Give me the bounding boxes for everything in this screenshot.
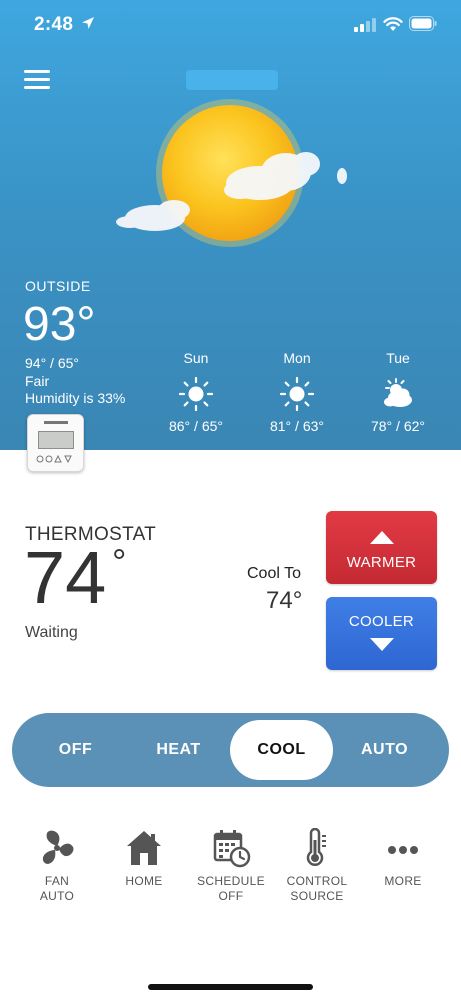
cellular-signal-icon <box>354 18 376 32</box>
outside-humidity: Humidity is 33% <box>25 390 126 406</box>
sun-icon <box>178 376 214 412</box>
status-time: 2:48 <box>34 14 74 35</box>
forecast-temps: 81° / 63° <box>269 418 324 434</box>
partly-cloudy-icon <box>384 378 412 407</box>
location-name-redacted <box>186 70 278 90</box>
home-icon <box>127 831 161 865</box>
forecast-day-name: Tue <box>386 350 410 366</box>
schedule-nav-button[interactable]: SCHEDULE OFF <box>186 828 276 904</box>
arrow-up-icon <box>369 531 394 544</box>
forecast-day: Mon 81° / 63° <box>247 350 347 434</box>
sun-icon <box>279 376 315 412</box>
system-status: Waiting <box>25 624 78 641</box>
warmer-button[interactable]: WARMER <box>326 511 437 584</box>
fan-nav-button[interactable]: FAN AUTO <box>12 828 102 904</box>
mode-heat-button[interactable]: HEAT <box>127 720 230 780</box>
indoor-temperature: 74 <box>24 536 107 619</box>
status-bar: 2:48 <box>0 0 461 48</box>
mode-off-button[interactable]: OFF <box>24 720 127 780</box>
mode-auto-button[interactable]: AUTO <box>333 720 436 780</box>
outside-label: OUTSIDE <box>25 278 91 294</box>
nav-label: CONTROL SOURCE <box>286 874 348 903</box>
forecast-day: Tue 78° / 62° <box>348 350 448 434</box>
battery-icon <box>409 16 437 31</box>
forecast-day-name: Sun <box>183 350 209 366</box>
nav-label: FAN AUTO <box>39 874 75 903</box>
system-mode-selector: OFF HEAT COOL AUTO <box>12 713 449 787</box>
setpoint-value: 74° <box>266 587 303 614</box>
arrow-down-icon <box>369 638 394 651</box>
calendar-clock-icon <box>213 830 251 868</box>
nav-label: MORE <box>384 874 422 888</box>
cooler-button[interactable]: COOLER <box>326 597 437 670</box>
forecast-temps: 86° / 65° <box>168 418 223 434</box>
forecast-day: Sun 86° / 65° <box>146 350 246 434</box>
mode-cool-button[interactable]: COOL <box>230 720 333 780</box>
cooler-button-label: COOLER <box>348 613 415 630</box>
nav-label: HOME <box>125 874 163 888</box>
outside-temperature: 93° <box>23 298 96 351</box>
home-nav-button[interactable]: HOME <box>99 828 189 889</box>
home-indicator[interactable] <box>148 984 313 990</box>
weather-panel: 2:48 OUTSIDE 93° 94° / 65° Fair Humidity… <box>0 0 461 450</box>
forecast-day-name: Mon <box>283 350 311 366</box>
thermometer-icon <box>306 828 326 866</box>
weather-condition: Fair <box>25 373 50 389</box>
fan-icon <box>42 830 74 864</box>
thermostat-device-thumbnail[interactable] <box>27 414 84 472</box>
control-source-nav-button[interactable]: CONTROL SOURCE <box>272 828 362 904</box>
setpoint-label: Cool To <box>247 565 301 582</box>
outside-high-low: 94° / 65° <box>25 355 80 371</box>
menu-hamburger-icon[interactable] <box>22 68 52 92</box>
sunny-weather-illustration <box>116 99 347 247</box>
indoor-temperature-degree: ° <box>112 541 127 582</box>
more-nav-button[interactable]: MORE <box>358 828 448 889</box>
nav-label: SCHEDULE OFF <box>197 874 265 903</box>
forecast-temps: 78° / 62° <box>370 418 425 434</box>
more-icon <box>388 846 418 854</box>
location-arrow-icon <box>82 17 94 29</box>
warmer-button-label: WARMER <box>346 554 417 571</box>
wifi-icon <box>383 17 403 31</box>
